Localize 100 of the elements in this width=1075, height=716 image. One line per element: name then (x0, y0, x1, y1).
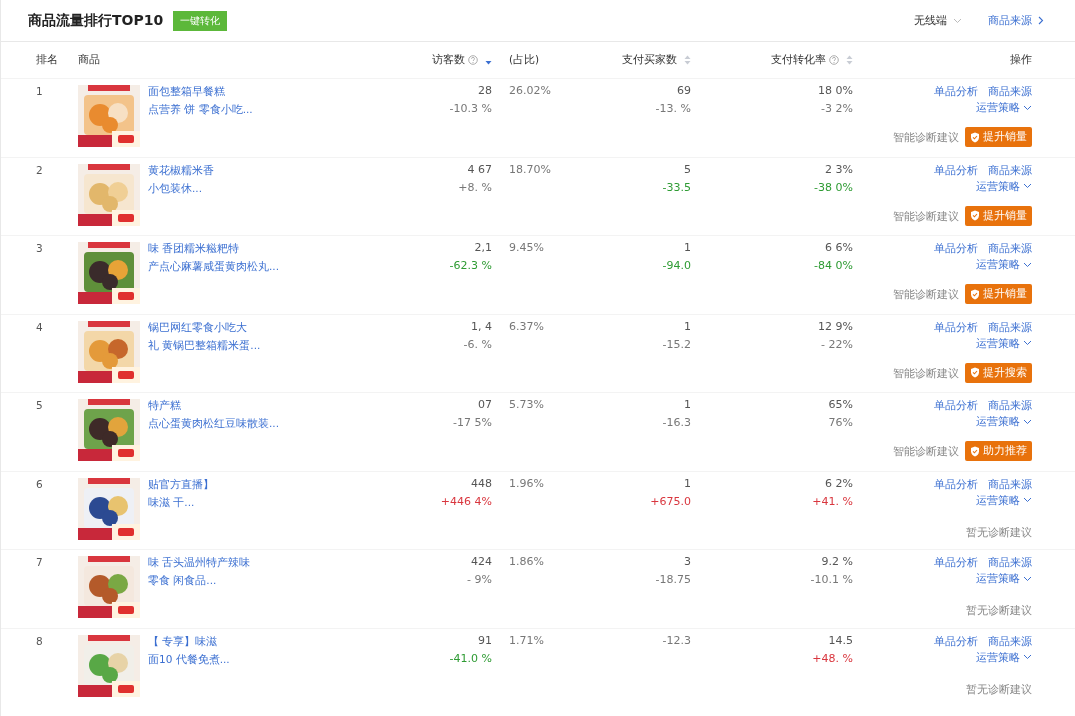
metric-change: -17 5% (453, 415, 492, 431)
metric-change: -84 0% (814, 258, 853, 274)
action-link[interactable]: 单品分析 (934, 240, 978, 256)
product-title-link[interactable]: 味 舌头温州特产辣味 零食 闲食品... (148, 553, 278, 589)
panel-title: 商品流量排行TOP10 (28, 11, 164, 30)
strategy-dropdown[interactable]: 运营策略 (976, 177, 1032, 194)
metric-value: 1 (684, 397, 691, 413)
strategy-dropdown[interactable]: 运营策略 (976, 570, 1032, 586)
metric-value: 18 0% (818, 83, 853, 99)
rank-number: 7 (36, 556, 44, 570)
action-link[interactable]: 商品来源 (988, 83, 1032, 99)
diagnosis-label: 智能诊断建议 (893, 130, 959, 145)
metric-change: -16.3 (662, 415, 691, 431)
metric-change: -3 2% (821, 101, 853, 117)
product-title-link[interactable]: 味 香团糯米糍粑特 产点心麻薯咸蛋黄肉松丸... (148, 239, 278, 275)
metric-change: -13. % (655, 101, 691, 117)
action-link[interactable]: 单品分析 (934, 554, 978, 570)
strategy-dropdown[interactable]: 运营策略 (976, 413, 1032, 429)
rank-number: 1 (36, 85, 44, 99)
column-header: 排名 (36, 53, 58, 67)
metric-value: 6 2% (825, 475, 853, 492)
metric-change: -41.0 % (449, 650, 492, 667)
rank-number: 2 (36, 163, 44, 178)
strategy-dropdown[interactable]: 运营策略 (976, 256, 1032, 272)
suggestion-button[interactable]: 助力推荐 (965, 441, 1032, 461)
metric-value: 1 (684, 318, 691, 335)
metric-value: 2,1 (474, 240, 492, 256)
metric-value: 07 (478, 397, 492, 413)
strategy-dropdown[interactable]: 运营策略 (976, 648, 1032, 665)
metric-value: 4 67 (467, 161, 492, 178)
action-link[interactable]: 商品来源 (988, 632, 1032, 649)
metric-change: -62.3 % (449, 258, 492, 274)
action-link[interactable]: 商品来源 (988, 318, 1032, 335)
action-link[interactable]: 单品分析 (934, 318, 978, 335)
share-value: 26.02% (508, 83, 552, 99)
metric-value: 14.5 (828, 632, 853, 649)
metric-value: 12 9% (818, 318, 853, 335)
metric-value: 5 (684, 161, 691, 178)
device-select[interactable]: 无线端 (914, 13, 962, 28)
metric-change: - 9% (467, 572, 492, 588)
action-link[interactable]: 商品来源 (988, 161, 1032, 178)
metric-change: +41. % (812, 493, 853, 510)
shield-icon (970, 367, 980, 378)
metric-value: 2 3% (825, 161, 853, 178)
action-link[interactable]: 单品分析 (934, 397, 978, 413)
metric-change: +446 4% (440, 493, 492, 510)
strategy-dropdown[interactable]: 运营策略 (976, 491, 1032, 508)
action-link[interactable]: 单品分析 (934, 632, 978, 649)
metric-value: 1 (684, 475, 691, 492)
share-value: 18.70% (508, 161, 552, 178)
metric-value: 448 (471, 475, 492, 492)
diagnosis-label: 智能诊断建议 (893, 444, 959, 459)
action-link[interactable]: 商品来源 (988, 397, 1032, 413)
column-header: 访客数 (432, 53, 465, 67)
suggestion-button[interactable]: 提升销量 (965, 205, 1032, 226)
action-link[interactable]: 单品分析 (934, 475, 978, 492)
diagnosis-label: 智能诊断建议 (893, 208, 959, 224)
action-link[interactable]: 单品分析 (934, 161, 978, 178)
metric-change: +8. % (458, 179, 492, 196)
product-title-link[interactable]: 黄花椒糯米香 小包装休... (148, 160, 278, 197)
diagnosis-label: 智能诊断建议 (893, 365, 959, 381)
metric-change: -94.0 (662, 258, 691, 274)
suggestion-button[interactable]: 提升销量 (965, 284, 1032, 304)
rank-number: 4 (36, 320, 44, 335)
shield-icon (970, 288, 980, 300)
column-header: 支付转化率 (771, 53, 826, 67)
action-link[interactable]: 商品来源 (988, 240, 1032, 256)
metric-value: 69 (677, 83, 691, 99)
chevron-down-icon (1023, 181, 1032, 190)
metric-change: - 22% (821, 336, 853, 353)
rank-number: 6 (36, 477, 44, 492)
chevron-right-icon (1036, 16, 1045, 25)
action-link[interactable]: 商品来源 (988, 554, 1032, 570)
product-title-link[interactable]: 【 专享】味滋 面10 代餐免煮... (148, 631, 278, 668)
chevron-down-icon (1023, 652, 1032, 661)
metric-value: 424 (471, 554, 492, 570)
rank-number: 8 (36, 634, 44, 649)
product-title-link[interactable]: 锅巴网红零食小吃大 礼 黄锅巴整箱糯米蛋... (148, 317, 278, 354)
product-title-link[interactable]: 面包整箱早餐糕 点营养 饼 零食小吃... (148, 82, 278, 118)
metric-change: -38 0% (814, 179, 853, 196)
product-title-link[interactable]: 贴官方直播】 味滋 干... (148, 474, 278, 511)
metric-value: 6 6% (825, 240, 853, 256)
metric-change: +48. % (812, 650, 853, 667)
strategy-dropdown[interactable]: 运营策略 (976, 334, 1032, 351)
metric-value: 91 (478, 632, 492, 649)
suggestion-button[interactable]: 提升销量 (965, 127, 1032, 147)
suggestion-button[interactable]: 提升搜索 (965, 362, 1032, 383)
shield-icon (970, 210, 980, 221)
no-diagnosis-text: 暂无诊断建议 (966, 681, 1032, 697)
rank-number: 5 (36, 399, 44, 413)
share-value: 5.73% (508, 397, 545, 413)
action-link[interactable]: 单品分析 (934, 83, 978, 99)
strategy-dropdown[interactable]: 运营策略 (976, 99, 1032, 115)
product-title-link[interactable]: 特产糕 点心蛋黄肉松红豆味散装... (148, 396, 278, 432)
action-link[interactable]: 商品来源 (988, 475, 1032, 492)
source-link[interactable]: 商品来源 (988, 13, 1045, 28)
no-diagnosis-text: 暂无诊断建议 (966, 524, 1032, 540)
metric-value: 3 (684, 554, 691, 570)
shield-icon (970, 131, 980, 143)
metric-change: -12.3 (662, 632, 691, 649)
